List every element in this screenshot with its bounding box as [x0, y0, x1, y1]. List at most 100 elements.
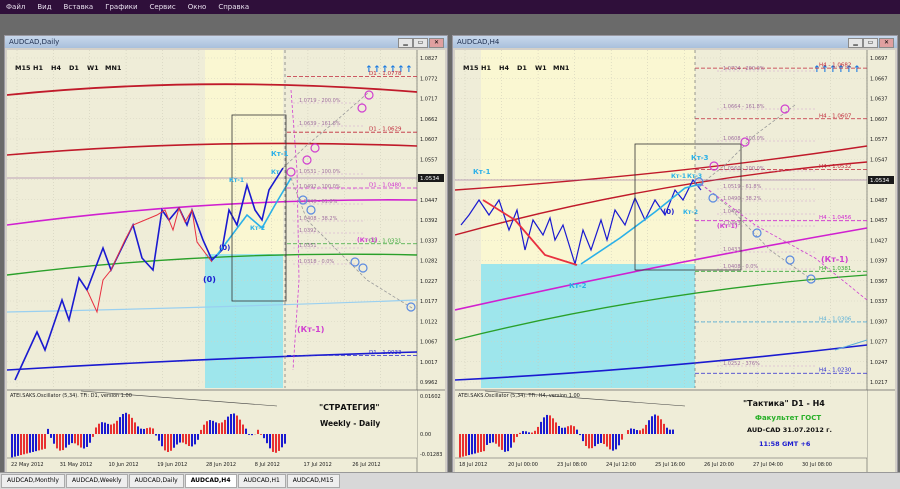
date-tick: 30 Jul 08:00: [802, 462, 832, 468]
fibo-label: 1.0351: [299, 243, 317, 249]
price-tick: 1.0177: [420, 299, 438, 305]
price-tick: 1.0367: [870, 279, 888, 285]
oscillator-bar: [564, 428, 566, 434]
fibo-label: 1.0560 - 100.0%: [723, 166, 765, 172]
timeframe-button-H1: H1: [481, 64, 491, 72]
oscillator-bar: [170, 434, 172, 451]
oscillator-bar: [266, 434, 268, 443]
oscillator-bar: [209, 420, 211, 434]
oscillator-bar: [594, 434, 596, 446]
oscillator-bar: [591, 434, 593, 448]
oscillator-bar: [119, 417, 121, 434]
wave-label: Кт-1: [271, 150, 289, 158]
oscillator-bar: [188, 434, 190, 446]
oscillator-bar: [546, 415, 548, 434]
oscillator-bar: [77, 434, 79, 445]
oscillator-bar: [651, 416, 653, 434]
menu-item-5[interactable]: Окно: [182, 3, 213, 11]
oscillator-bar: [567, 426, 569, 434]
oscillator-bar: [218, 423, 220, 434]
oscillator-title: ATEI.SAKS.Oscillator (5,34). TFi: D1, ve…: [10, 393, 132, 399]
chart-tab-2[interactable]: AUDCAD,Daily: [129, 474, 184, 488]
h4-chart[interactable]: 1.06971.06671.06371.06071.05771.05471.05…: [455, 50, 895, 472]
oscillator-bar: [531, 433, 533, 434]
menu-item-0[interactable]: Файл: [0, 3, 31, 11]
minimize-button[interactable]: ▁: [848, 38, 863, 48]
price-tick: 1.0607: [870, 117, 888, 123]
oscillator-bar: [573, 426, 575, 434]
chart-window-daily[interactable]: AUDCAD,Daily ▁ ▭ ✕ 1.08271.07721.07171.0…: [4, 35, 448, 476]
date-tick: 23 Jul 08:00: [557, 462, 587, 468]
close-button[interactable]: ✕: [879, 38, 894, 48]
price-tick: 1.0457: [870, 218, 888, 224]
price-tick: 1.0017: [420, 360, 438, 366]
daily-chart[interactable]: 1.08271.07721.07171.06621.06071.05571.05…: [7, 50, 445, 472]
price-tick: 1.0227: [420, 279, 438, 285]
level-label: H4 - 1.0306: [819, 316, 852, 322]
osc-scale: 0.00: [420, 432, 431, 438]
menu-item-1[interactable]: Вид: [31, 3, 57, 11]
oscillator-bar: [32, 434, 34, 452]
oscillator-bar: [35, 434, 37, 451]
oscillator-bar: [20, 434, 22, 455]
menu-item-6[interactable]: Справка: [212, 3, 255, 11]
oscillator-bar: [669, 430, 671, 434]
wave-label: (0): [219, 244, 230, 252]
chart-tab-0[interactable]: AUDCAD,Monthly: [1, 474, 65, 488]
chart-tab-5[interactable]: AUDCAD,M15: [287, 474, 340, 488]
oscillator-bar: [44, 434, 46, 449]
price-tick: 1.0487: [870, 198, 888, 204]
strategy-subtitle: Weekly - Daily: [320, 419, 380, 428]
oscillator-bar: [480, 434, 482, 452]
menu-item-3[interactable]: Графики: [99, 3, 143, 11]
chart-tab-1[interactable]: AUDCAD,Weekly: [66, 474, 128, 488]
timeframe-button-H4: H4: [499, 64, 509, 72]
chart-tab-4[interactable]: AUDCAD,H1: [238, 474, 286, 488]
oscillator-bar: [128, 414, 130, 434]
oscillator-bar: [284, 434, 286, 444]
price-tick: 1.0607: [420, 137, 438, 143]
price-tick: 1.0337: [420, 238, 438, 244]
date-tick: 17 Jul 2012: [304, 462, 332, 468]
price-tick: 1.0557: [420, 157, 438, 163]
oscillator-bar: [107, 424, 109, 434]
oscillator-bar: [492, 434, 494, 442]
oscillator-bar: [513, 434, 515, 442]
oscillator-bar: [528, 432, 530, 434]
oscillator-bar: [17, 434, 19, 456]
chart-window-h4[interactable]: AUDCAD,H4 ▁ ▭ ✕ 1.06971.06671.06371.0607…: [452, 35, 898, 476]
pair-date-label: AUD-CAD 31.07.2012 г.: [747, 426, 832, 434]
oscillator-bar: [645, 425, 647, 434]
maximize-button[interactable]: ▭: [413, 38, 428, 48]
price-tick: 1.0697: [870, 56, 888, 62]
oscillator-bar: [29, 434, 31, 453]
date-tick: 31 May 2012: [60, 462, 93, 468]
oscillator-bar: [134, 422, 136, 434]
price-tick: 1.0247: [870, 360, 888, 366]
date-tick: 19 Jun 2012: [157, 462, 187, 468]
oscillator-bar: [537, 427, 539, 434]
oscillator-bar: [672, 430, 674, 434]
oscillator-bar: [465, 434, 467, 456]
wave-label: Кт-3: [687, 173, 702, 180]
oscillator-bar: [47, 429, 49, 434]
oscillator-bar: [86, 434, 88, 447]
oscillator-bar: [269, 434, 271, 448]
oscillator-bar: [65, 434, 67, 448]
wave-label: (Кт-1): [821, 255, 848, 264]
wave-label: Кт-1: [473, 168, 491, 176]
price-tick: 1.0577: [870, 137, 888, 143]
menu-item-4[interactable]: Сервис: [144, 3, 182, 11]
strategy-title: "СТРАТЕГИЯ": [319, 403, 380, 412]
minimize-button[interactable]: ▁: [398, 38, 413, 48]
chart-tab-3[interactable]: AUDCAD,H4: [185, 474, 237, 488]
menu-item-2[interactable]: Вставка: [58, 3, 100, 11]
oscillator-bar: [125, 413, 127, 434]
wave-label: Кт-1: [671, 173, 686, 180]
oscillator-bar: [137, 426, 139, 434]
close-button[interactable]: ✕: [429, 38, 444, 48]
oscillator-bar: [203, 425, 205, 434]
maximize-button[interactable]: ▭: [863, 38, 878, 48]
oscillator-bar: [636, 430, 638, 434]
timeframe-button-D1: D1: [69, 64, 79, 72]
